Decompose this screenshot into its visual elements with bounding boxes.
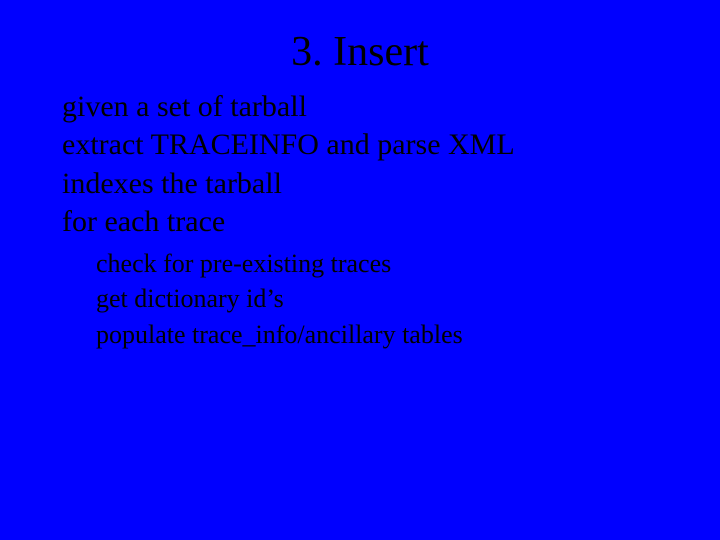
bullet-level1: indexes the tarball (62, 165, 680, 203)
bullet-level1: given a set of tarball (62, 88, 680, 126)
slide: 3. Insert given a set of tarball extract… (0, 0, 720, 540)
bullet-level1: for each trace (62, 203, 680, 241)
sub-bullet-group: check for pre-existing traces get dictio… (62, 242, 680, 354)
bullet-level2: get dictionary id’s (96, 281, 680, 317)
slide-title: 3. Insert (0, 0, 720, 88)
bullet-level2: check for pre-existing traces (96, 246, 680, 282)
slide-body: given a set of tarball extract TRACEINFO… (0, 88, 720, 353)
bullet-level2: populate trace_info/ancillary tables (96, 317, 680, 353)
bullet-level1: extract TRACEINFO and parse XML (62, 126, 680, 164)
